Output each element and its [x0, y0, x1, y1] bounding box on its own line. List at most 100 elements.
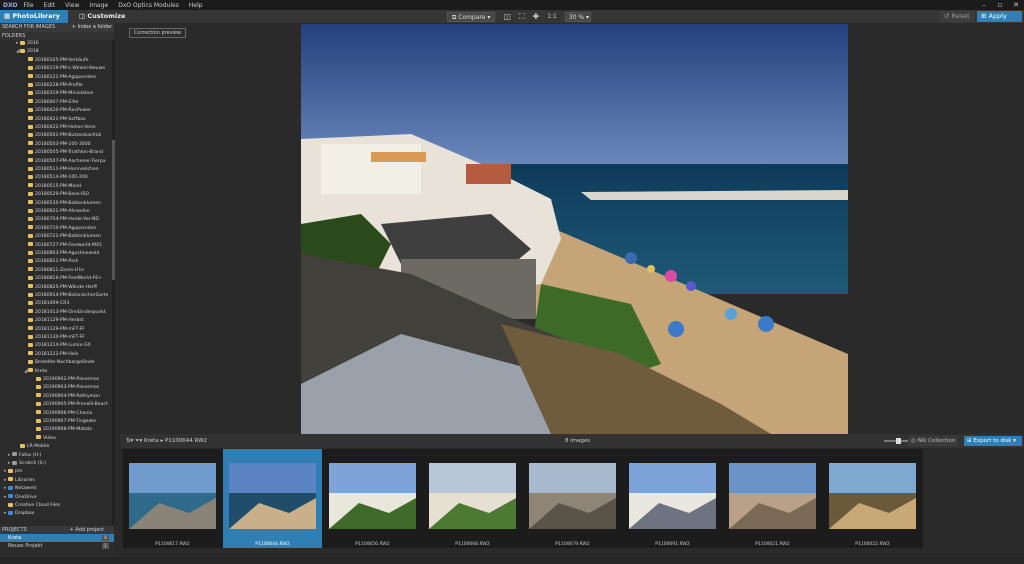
folder-item[interactable]: 20180803-PM-Agustinewald: [0, 250, 108, 258]
folder-item[interactable]: 20190905-PM-Prevelli-Beach: [0, 401, 108, 409]
folder-item[interactable]: ▸ Fotos (H:): [0, 452, 108, 460]
filmstrip-thumbnail[interactable]: P1100617.RW2: [123, 449, 222, 548]
folder-item[interactable]: 20180501-PM-Butzenbachtal: [0, 132, 108, 140]
filmstrip-thumbnail[interactable]: P1100668.RW2: [423, 449, 522, 548]
minimize-button[interactable]: –: [976, 0, 992, 10]
folder-item[interactable]: 20180228-PM-Profile: [0, 82, 108, 90]
project-item[interactable]: Neues Projekt 1: [0, 542, 114, 550]
folder-item[interactable]: 20180529-PM-Base-ISO: [0, 191, 108, 199]
folder-item[interactable]: 20181013-PM-Dreiländerpunkt: [0, 309, 108, 317]
folder-item[interactable]: 20180511-PM-Hornveilchen: [0, 166, 108, 174]
folder-label: 20181130-PM-mFT-FF: [35, 335, 85, 340]
folder-item[interactable]: 20180515-PM-Mond: [0, 183, 108, 191]
close-button[interactable]: ✕: [1008, 0, 1024, 10]
folder-icon: [28, 233, 33, 238]
folder-item[interactable]: 20180816-PM-FeelWorld-F6+: [0, 275, 108, 283]
folder-item[interactable]: 20180704-PM-Heide-Ver-ND: [0, 216, 108, 224]
move-icon[interactable]: ✚: [533, 12, 540, 21]
folder-item[interactable]: 20180407-PM-Eifel: [0, 99, 108, 107]
add-project-button[interactable]: + Add project: [70, 526, 104, 534]
folder-item[interactable]: ▸ Scratch (S:): [0, 460, 108, 468]
apply-preset-button[interactable]: ⊞ Apply preset: [977, 11, 1022, 31]
menu-optics-modules[interactable]: DxO Optics Modules: [118, 2, 179, 9]
folder-item[interactable]: ◢ Kreta: [0, 368, 108, 376]
folder-item[interactable]: 20180505-PM-Triathlon-Brand: [0, 149, 108, 157]
folder-item[interactable]: 20190908-PM-Matala: [0, 426, 108, 434]
folder-item[interactable]: 20180421-PM-Softbox: [0, 116, 108, 124]
folder-item[interactable]: 20180420-PM-RavPower: [0, 107, 108, 115]
folder-icon: [28, 326, 33, 331]
folder-item[interactable]: 20190906-PM-Chania: [0, 410, 108, 418]
zoom-select[interactable]: 30 % ▾: [564, 11, 591, 22]
filter-icon[interactable]: ⏷▾: [135, 438, 144, 444]
folder-item[interactable]: 20180727-PM-Feelworld-M45: [0, 242, 108, 250]
folder-item[interactable]: ▸ Libraries: [0, 477, 108, 485]
folder-item[interactable]: Video: [0, 435, 108, 443]
folder-item[interactable]: ▸ Netzwerk: [0, 485, 108, 493]
split-view-icon[interactable]: ◫: [503, 12, 511, 21]
folder-item[interactable]: 20180710-PM-Agapornden: [0, 225, 108, 233]
filmstrip-thumbnail[interactable]: P1100679.RW2: [523, 449, 622, 548]
filmstrip-thumbnail[interactable]: P1100644.RW2: [223, 449, 322, 548]
folder-item[interactable]: ◢ 2018: [0, 48, 108, 56]
folder-item[interactable]: ▸ 2016: [0, 40, 108, 48]
folder-item[interactable]: Creative Cloud Files: [0, 502, 108, 510]
folder-scrollbar[interactable]: [112, 40, 115, 530]
tab-photolibrary[interactable]: ▦ PhotoLibrary: [0, 10, 68, 23]
index-folder-button[interactable]: + Index a folder: [72, 23, 112, 32]
folder-item[interactable]: 20190904-PM-Rethymon: [0, 393, 108, 401]
menu-file[interactable]: File: [24, 2, 34, 9]
folder-item[interactable]: 20180119-PM-L-Winkel-Neuwe: [0, 65, 108, 73]
folder-item[interactable]: 20180721-PM-Balkonblumen: [0, 233, 108, 241]
project-item[interactable]: Kreta 8: [0, 534, 114, 542]
reset-button[interactable]: ↺ Reset: [940, 11, 974, 22]
folder-item[interactable]: 20181130-PM-mFT-FF: [0, 334, 108, 342]
ratio-button[interactable]: 1:1: [547, 13, 557, 20]
fit-icon[interactable]: ⛶: [519, 12, 525, 22]
nik-collection-button[interactable]: ◎ Nik Collection: [908, 436, 959, 446]
folder-item[interactable]: ▸ pm: [0, 468, 108, 476]
filmstrip-thumbnail[interactable]: P1100691.RW2: [623, 449, 722, 548]
maximize-button[interactable]: ▫: [992, 0, 1008, 10]
compare-button[interactable]: ⧉ Compare ▾: [447, 11, 496, 22]
folder-item[interactable]: 20190902-PM-Panormos: [0, 376, 108, 384]
menu-image[interactable]: Image: [89, 2, 108, 9]
folder-item[interactable]: ▸ Dropbox: [0, 510, 108, 518]
folder-item[interactable]: 20190907-PM-Tingeate: [0, 418, 108, 426]
folder-item[interactable]: LR-Mobile: [0, 443, 108, 451]
folder-item[interactable]: 20180319-PM-Miniolative: [0, 90, 108, 98]
filmstrip-thumbnail[interactable]: P1100656.RW2: [323, 449, 422, 548]
sort-icon[interactable]: ⇅▾: [126, 438, 135, 444]
folder-item[interactable]: 20180811-PM-Park: [0, 258, 108, 266]
correction-preview-button[interactable]: Correction preview: [129, 28, 187, 38]
folder-item[interactable]: 20181129-PM-Herbst: [0, 317, 108, 325]
folder-item[interactable]: 20180422-PM-Hohes-Venn: [0, 124, 108, 132]
folder-item[interactable]: 20180105-PM-Verkäufe: [0, 57, 108, 65]
filmstrip-thumbnail[interactable]: P1100021.RW2: [723, 449, 822, 548]
filmstrip-thumbnail[interactable]: P1100022.RW2: [823, 449, 922, 548]
folder-item[interactable]: 20180507-PM-Aachener-Tierpa: [0, 158, 108, 166]
menu-view[interactable]: View: [65, 2, 79, 9]
search-images-header[interactable]: SEARCH FOR IMAGES + Index a folder: [0, 23, 114, 32]
folder-item[interactable]: 20180530-PM-Balkonblumen: [0, 200, 108, 208]
folder-item[interactable]: 20180503-PM-100-3000: [0, 141, 108, 149]
menu-help[interactable]: Help: [189, 2, 203, 9]
folder-item[interactable]: 20181009-CR3: [0, 300, 108, 308]
folder-item[interactable]: ▸ OneDrive: [0, 494, 108, 502]
folder-item[interactable]: 20180825-PM-Wände-Herff: [0, 284, 108, 292]
folder-item[interactable]: 20190903-PM-Panormos: [0, 384, 108, 392]
folder-item[interactable]: 20180811-Zoom-H1n: [0, 267, 108, 275]
folder-item[interactable]: 20180621-PM-Ahrweiler: [0, 208, 108, 216]
folder-item[interactable]: 20181214-PM-Lumix-GX: [0, 342, 108, 350]
folder-item[interactable]: Bestellte-Nachbargelände: [0, 359, 108, 367]
export-to-disk-button[interactable]: ⊞ Export to disk ▾: [964, 436, 1022, 446]
folder-item[interactable]: 20180914-PM-BotanischerGarte: [0, 292, 108, 300]
tab-customize[interactable]: ◫ Customize: [75, 10, 133, 23]
main-photo[interactable]: [301, 24, 848, 434]
folder-item[interactable]: 20181222-PM-Heis: [0, 351, 108, 359]
menu-edit[interactable]: Edit: [44, 2, 56, 9]
scroll-thumb[interactable]: [112, 140, 115, 280]
folder-item[interactable]: 20180121-PM-Agapornden: [0, 74, 108, 82]
folder-item[interactable]: 20180514-PM-100-200: [0, 174, 108, 182]
folder-item[interactable]: 20181129-PM-mFT-FF: [0, 326, 108, 334]
